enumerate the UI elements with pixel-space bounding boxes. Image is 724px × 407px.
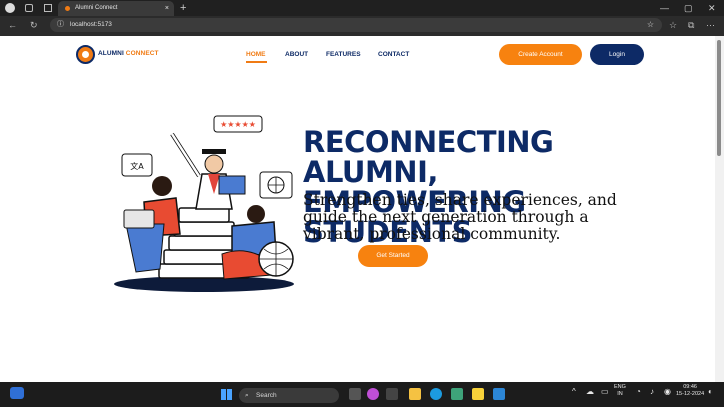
site-info-icon[interactable]: ⓘ [57, 18, 64, 32]
new-tab-button[interactable]: + [180, 1, 186, 15]
clock-time: 09:46 [683, 384, 697, 390]
rating-stars: ★★★★★ [220, 120, 256, 129]
show-hidden-icons[interactable]: ^ [572, 388, 576, 396]
vscode-icon[interactable] [493, 388, 505, 400]
alumni-connect-logo-icon[interactable] [76, 45, 95, 64]
wifi-icon[interactable]: ◔ [636, 388, 641, 396]
nav-about[interactable]: ABOUT [285, 51, 308, 58]
maximize-button[interactable]: ▢ [684, 0, 693, 16]
language-indicator[interactable]: ENG IN [614, 384, 626, 398]
weather-icon[interactable] [10, 387, 24, 399]
favorites-icon[interactable]: ☆ [669, 18, 677, 32]
edge-browser-icon[interactable] [430, 388, 442, 400]
taskbar-search[interactable]: ⌕ Search [239, 388, 339, 403]
favicon-icon [65, 6, 70, 11]
address-bar[interactable]: ⓘ localhost:5173 ☆ [50, 18, 662, 32]
tab-close-button[interactable]: × [165, 1, 169, 16]
hero-subtext: Strengthen ties, share experiences, and … [303, 191, 617, 243]
file-explorer-icon[interactable] [409, 388, 421, 400]
back-icon[interactable]: ← [8, 18, 17, 32]
minimize-button[interactable]: — [660, 0, 669, 16]
browser-tab[interactable]: Alumni Connect × [58, 1, 174, 16]
login-button[interactable]: Login [590, 44, 644, 65]
region-code: IN [617, 391, 623, 397]
store-icon[interactable] [386, 388, 398, 400]
create-account-button[interactable]: Create Account [499, 44, 582, 65]
clock[interactable]: 09:46 15-12-2024 [676, 384, 704, 398]
get-started-button[interactable]: Get Started [358, 245, 428, 267]
favorite-star-icon[interactable]: ☆ [647, 18, 654, 32]
nav-active-underline [246, 61, 267, 63]
nav-home[interactable]: HOME [246, 51, 266, 58]
workspaces-icon[interactable] [25, 4, 33, 12]
nav-features[interactable]: FEATURES [326, 51, 361, 58]
search-icon: ⌕ [245, 392, 249, 399]
scrollbar-thumb[interactable] [717, 40, 721, 156]
language-code: ENG [614, 384, 626, 390]
task-view-icon[interactable] [349, 388, 361, 400]
address-text: localhost:5173 [70, 21, 112, 28]
nav-contact[interactable]: CONTACT [378, 51, 409, 58]
volume-icon[interactable]: ♪ [650, 388, 654, 396]
search-label: Search [256, 392, 277, 399]
more-menu-icon[interactable]: ⋯ [706, 18, 715, 32]
sticky-notes-icon[interactable] [472, 388, 484, 400]
headline-line-1: RECONNECTING ALUMNI, [303, 125, 554, 189]
hero-illustration: ★★★★★ 文A [114, 115, 294, 292]
copilot-icon[interactable] [367, 388, 379, 400]
tab-actions-icon[interactable] [44, 4, 52, 12]
battery-icon[interactable]: ▭ [601, 388, 609, 396]
windows-start-icon[interactable] [221, 389, 232, 400]
cloud-icon[interactable]: ☁ [586, 388, 594, 396]
brand-accent: CONNECT [125, 50, 159, 57]
translate-glyph: 文A [130, 161, 144, 171]
profile-icon[interactable] [5, 3, 15, 13]
app-icon[interactable] [451, 388, 463, 400]
refresh-icon[interactable]: ↻ [30, 18, 38, 32]
clock-date: 15-12-2024 [676, 391, 705, 397]
tab-title: Alumni Connect [75, 5, 118, 11]
collections-icon[interactable]: ⧉ [688, 18, 694, 32]
brand-name[interactable]: ALUMNI CONNECT [98, 50, 159, 57]
sound-icon[interactable]: ◉ [664, 388, 671, 396]
close-window-button[interactable]: ✕ [708, 0, 716, 16]
brand-main: ALUMNI [98, 50, 124, 57]
notifications-icon[interactable]: ◐ [708, 388, 713, 396]
